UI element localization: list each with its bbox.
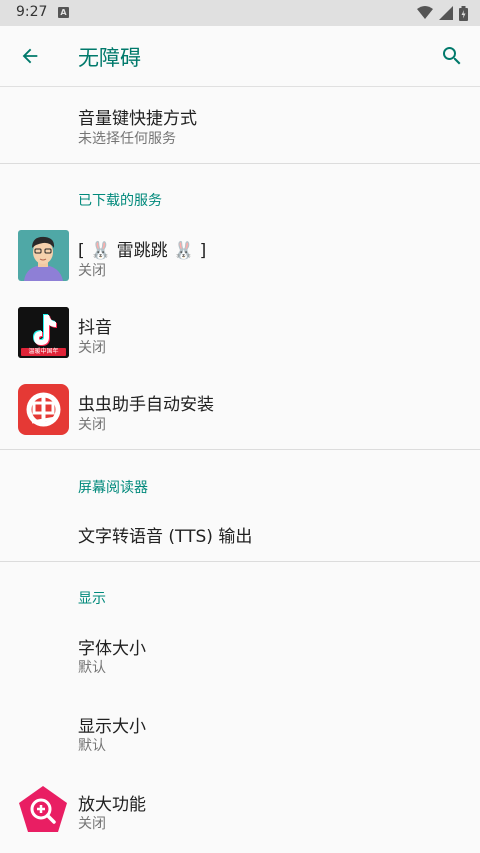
magnification-item[interactable]: 放大功能 关闭 (0, 782, 480, 844)
douyin-badge-text: 温暖中国年 (28, 348, 59, 355)
signal-icon (439, 6, 453, 20)
item-title: 虫虫助手自动安装 (78, 395, 214, 415)
display-size-item[interactable]: 显示大小 默认 (0, 704, 480, 766)
service-item-leitiaotiao[interactable]: [ 🐰 雷跳跳 🐰 ] 关闭 (0, 226, 480, 288)
item-summary: 关闭 (78, 417, 106, 433)
section-header-screen-reader: 屏幕阅读器 (78, 480, 148, 496)
status-time: 9:27 (16, 4, 48, 20)
item-title: [ 🐰 雷跳跳 🐰 ] (78, 241, 207, 261)
item-title: 显示大小 (78, 717, 146, 737)
volume-shortcut-item[interactable]: 音量键快捷方式 未选择任何服务 (0, 96, 480, 160)
item-summary: 默认 (78, 738, 106, 754)
douyin-app-icon: 温暖中国年 (18, 307, 69, 358)
status-bar: 9:27 A (0, 0, 480, 26)
section-divider (0, 561, 480, 562)
search-button[interactable] (436, 40, 468, 72)
leitiaotiao-app-icon (18, 230, 69, 281)
notification-badge: A (58, 7, 69, 18)
item-title: 文字转语音 (TTS) 输出 (78, 527, 253, 547)
service-item-chongchong[interactable]: 虫虫助手自动安装 关闭 (0, 382, 480, 444)
arrow-back-icon (22, 48, 38, 64)
page-title: 无障碍 (78, 46, 141, 70)
chongchong-app-icon (18, 384, 69, 435)
section-divider (0, 449, 480, 450)
item-summary: 关闭 (78, 263, 106, 279)
item-title: 字体大小 (78, 639, 146, 659)
app-bar-divider (0, 86, 480, 87)
app-bar: 无障碍 (0, 26, 480, 86)
section-header-downloaded: 已下载的服务 (78, 193, 162, 209)
back-button[interactable] (14, 40, 46, 72)
font-size-item[interactable]: 字体大小 默认 (0, 626, 480, 688)
section-header-display: 显示 (78, 591, 106, 607)
service-item-douyin[interactable]: 温暖中国年 抖音 关闭 (0, 304, 480, 366)
search-icon (443, 47, 461, 65)
item-title: 音量键快捷方式 (78, 109, 197, 129)
section-divider (0, 163, 480, 164)
item-title: 放大功能 (78, 795, 146, 815)
item-summary: 默认 (78, 660, 106, 676)
item-summary: 关闭 (78, 816, 106, 832)
tts-output-item[interactable]: 文字转语音 (TTS) 输出 (0, 510, 480, 556)
magnifier-app-icon (16, 784, 67, 835)
item-title: 抖音 (78, 318, 112, 338)
item-summary: 未选择任何服务 (78, 131, 176, 147)
wifi-icon (417, 6, 433, 19)
item-summary: 关闭 (78, 340, 106, 356)
battery-icon (459, 5, 468, 21)
status-icons (417, 5, 468, 21)
